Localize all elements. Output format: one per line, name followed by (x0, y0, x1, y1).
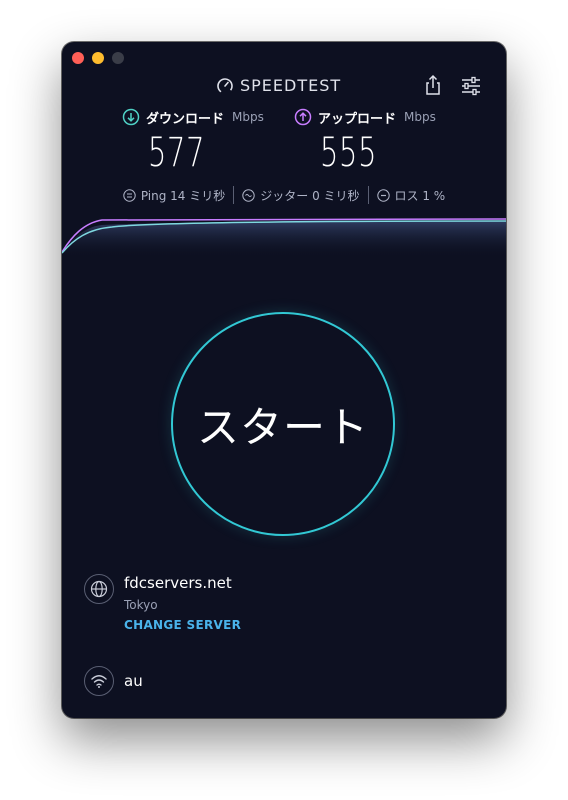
minimize-window-button[interactable] (92, 52, 104, 64)
sliders-icon (462, 76, 480, 96)
share-button[interactable] (422, 74, 444, 96)
brand-name: SPEEDTEST (240, 76, 342, 95)
upload-unit: Mbps (404, 110, 436, 124)
server-icon-wrap (84, 574, 114, 604)
loss-text: ロス 1 % (394, 188, 446, 203)
download-metric: ダウンロード Mbps 577 (122, 108, 264, 178)
wifi-icon (91, 675, 107, 688)
loss-stat: ロス 1 % (369, 187, 454, 204)
change-server-link[interactable]: CHANGE SERVER (124, 618, 241, 632)
isp-info: au (84, 664, 484, 698)
isp-icon-wrap (84, 666, 114, 696)
zoom-window-button[interactable] (112, 52, 124, 64)
window-controls (72, 52, 124, 64)
upload-label: アップロード (318, 111, 397, 127)
settings-button[interactable] (460, 76, 482, 96)
globe-icon (90, 580, 108, 598)
download-label: ダウンロード (146, 111, 225, 127)
server-info: fdcservers.net Tokyo CHANGE SERVER (84, 572, 484, 642)
speed-graph (62, 218, 506, 258)
brand-logo: SPEEDTEST (216, 76, 341, 95)
start-button[interactable]: スタート (171, 312, 395, 536)
latency-stats: Ping 14 ミリ秒 ジッター 0 ミリ秒 ロス 1 % (62, 184, 506, 206)
ping-text: Ping 14 ミリ秒 (140, 188, 226, 203)
upload-value: 555 (320, 130, 378, 176)
download-arrow-icon (122, 108, 140, 126)
app-header: SPEEDTEST (62, 74, 506, 98)
download-unit: Mbps (232, 110, 264, 124)
isp-name: au (124, 672, 143, 690)
packet-loss-icon (376, 188, 390, 202)
jitter-icon (242, 188, 255, 202)
ping-stat: Ping 14 ミリ秒 (115, 187, 233, 204)
graph-fill (62, 221, 506, 258)
upload-metric: アップロード Mbps 555 (294, 108, 436, 178)
ping-icon (123, 188, 136, 202)
server-name: fdcservers.net (124, 574, 232, 592)
jitter-stat: ジッター 0 ミリ秒 (234, 187, 367, 204)
download-value: 577 (148, 130, 206, 176)
share-icon (426, 74, 440, 95)
speedtest-window: SPEEDTEST ダウンロード Mbps 577 アップロード Mbps 55… (62, 42, 506, 718)
gauge-icon (217, 77, 233, 94)
jitter-text: ジッター 0 ミリ秒 (260, 188, 360, 203)
server-location: Tokyo (124, 598, 158, 612)
start-label: スタート (196, 402, 369, 452)
close-window-button[interactable] (72, 52, 84, 64)
upload-arrow-icon (294, 108, 312, 126)
